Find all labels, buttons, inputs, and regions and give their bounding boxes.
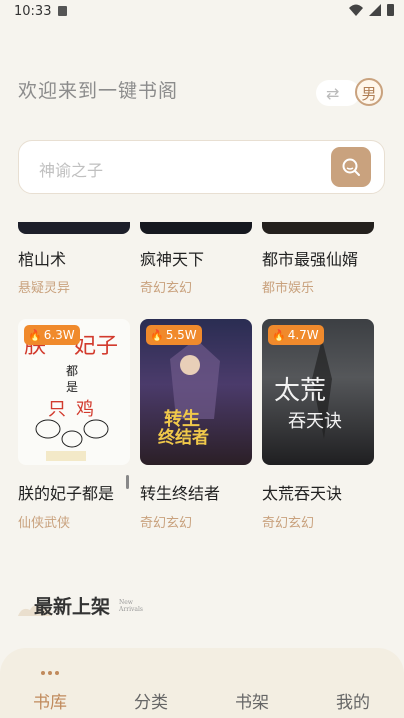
scrollbar[interactable] [126, 475, 129, 489]
book-genre: 奇幻玄幻 [140, 281, 193, 296]
tab-profile[interactable]: 我的 [336, 688, 370, 713]
svg-text:转生: 转生 [164, 408, 200, 430]
search-icon [342, 158, 360, 176]
fire-icon: 🔥 [150, 329, 164, 342]
book-genre: 都市娱乐 [262, 281, 315, 296]
book-cover[interactable]: 朕 妃子 都 是 只 鸡 🔥 6.3W [18, 319, 130, 465]
heat-badge: 🔥 4.7W [268, 325, 324, 345]
heat-badge: 🔥 5.5W [146, 325, 202, 345]
signal-icon [369, 4, 381, 16]
book-title: 棺山术 [18, 250, 67, 269]
status-time: 10:33 [14, 4, 52, 19]
swap-icon[interactable]: ⇄ [326, 84, 339, 103]
fire-icon: 🔥 [28, 329, 42, 342]
book-cover[interactable] [140, 222, 252, 234]
heat-badge: 🔥 6.3W [24, 325, 80, 345]
tab-library[interactable]: 书库 [33, 688, 67, 713]
welcome-title: 欢迎来到一键书阁 [18, 80, 179, 102]
book-genre: 仙侠武侠 [18, 516, 71, 531]
svg-text:终结者: 终结者 [158, 427, 209, 448]
book-title: 转生终结者 [140, 484, 221, 503]
book-cover[interactable]: 太荒 吞天诀 🔥 4.7W [262, 319, 374, 465]
book-title: 疯神天下 [140, 250, 205, 269]
book-genre: 悬疑灵异 [18, 281, 71, 296]
book-cover[interactable] [18, 222, 130, 234]
book-genre: 奇幻玄幻 [140, 516, 193, 531]
book-cover[interactable]: 转生 终结者 🔥 5.5W [140, 319, 252, 465]
section-subtitle: New Arrivals [119, 599, 143, 613]
gender-toggle-button[interactable]: 男 [355, 78, 383, 106]
svg-text:是: 是 [66, 380, 78, 394]
search-input[interactable]: 神谕之子 [18, 140, 385, 194]
book-genre: 奇幻玄幻 [262, 516, 315, 531]
search-placeholder: 神谕之子 [39, 161, 104, 180]
tab-category[interactable]: 分类 [134, 688, 168, 713]
book-title: 太荒吞天诀 [262, 484, 343, 503]
book-cover[interactable] [262, 222, 374, 234]
bottom-tab-bar: 书库 分类 书架 我的 [0, 648, 404, 718]
wifi-icon [349, 4, 363, 16]
active-tab-indicator-icon [41, 671, 59, 675]
book-title: 都市最强仙婿 [262, 250, 359, 269]
svg-text:只: 只 [48, 399, 66, 420]
battery-icon [387, 4, 394, 16]
book-title: 朕的妃子都是 [18, 484, 115, 503]
status-icons [349, 4, 394, 16]
search-button[interactable] [331, 147, 371, 187]
svg-text:太荒: 太荒 [274, 376, 326, 406]
notification-icon [58, 6, 67, 16]
svg-text:都: 都 [66, 364, 78, 378]
svg-text:吞天诀: 吞天诀 [288, 411, 342, 432]
svg-text:鸡: 鸡 [76, 399, 94, 420]
section-title: 最新上架 [34, 596, 111, 618]
tab-bookshelf[interactable]: 书架 [235, 688, 269, 713]
svg-text:妃子: 妃子 [74, 334, 118, 359]
fire-icon: 🔥 [272, 329, 286, 342]
status-bar: 10:33 [0, 0, 404, 24]
